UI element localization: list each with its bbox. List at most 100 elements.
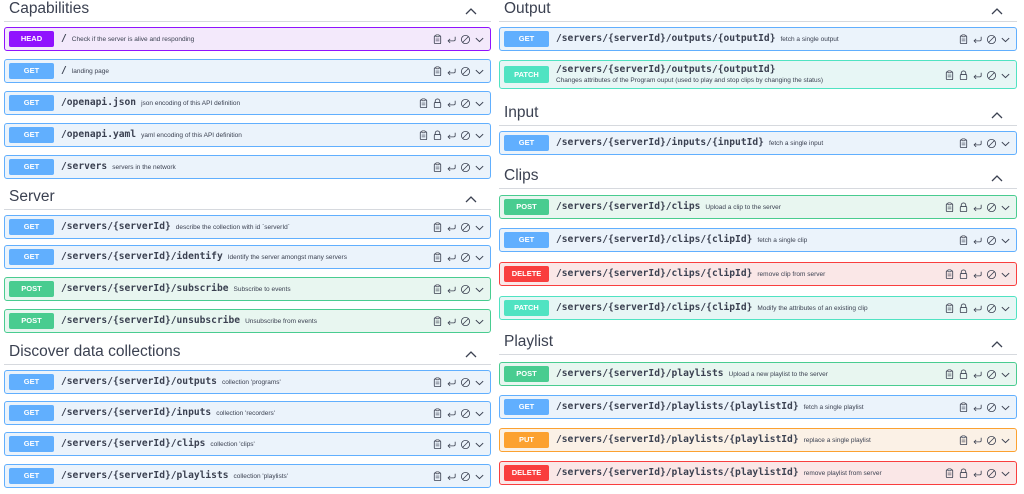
- endpoint-path[interactable]: /servers/{serverId}/outputs/{outputId}: [556, 64, 776, 75]
- endpoint-path[interactable]: /openapi.yaml: [61, 129, 136, 140]
- link-arrow-icon[interactable]: [972, 435, 983, 446]
- link-arrow-icon[interactable]: [972, 202, 983, 213]
- endpoint-path-line[interactable]: /openapi.yaml yaml encoding of this API d…: [61, 129, 242, 140]
- circle-slash-icon[interactable]: [460, 316, 471, 327]
- circle-slash-icon[interactable]: [460, 66, 471, 77]
- method-badge[interactable]: GET: [504, 399, 549, 415]
- clipboard-icon[interactable]: [432, 316, 443, 327]
- endpoint-path-line[interactable]: /servers/{serverId}/subscribe Subscribe t…: [61, 283, 291, 294]
- endpoint-path-line[interactable]: /servers/{serverId}/playlists/{playlistI…: [556, 401, 864, 412]
- lock-icon[interactable]: [958, 202, 969, 213]
- clipboard-icon[interactable]: [944, 269, 955, 280]
- operation-row[interactable]: POST/servers/{serverId}/clips Upload a cl…: [499, 195, 1017, 219]
- endpoint-path-line[interactable]: /servers/{serverId}/outputs/{outputId}: [556, 64, 776, 75]
- method-badge[interactable]: GET: [9, 159, 54, 175]
- endpoint-path-line[interactable]: / Check if the server is alive and respon…: [61, 33, 194, 44]
- operation-row[interactable]: GET/servers/{serverId} describe the colle…: [4, 215, 491, 239]
- clipboard-icon[interactable]: [432, 377, 443, 388]
- lock-icon[interactable]: [432, 98, 443, 109]
- endpoint-path[interactable]: /servers: [61, 161, 107, 172]
- link-arrow-icon[interactable]: [972, 402, 983, 413]
- clipboard-icon[interactable]: [432, 439, 443, 450]
- clipboard-icon[interactable]: [418, 130, 429, 141]
- endpoint-path-line[interactable]: /openapi.json json encoding of this API d…: [61, 97, 240, 108]
- clipboard-icon[interactable]: [958, 402, 969, 413]
- section-header-capabilities[interactable]: Capabilities: [4, 0, 491, 22]
- chevron-down-icon[interactable]: [474, 222, 485, 233]
- method-badge[interactable]: POST: [9, 313, 54, 329]
- circle-slash-icon[interactable]: [460, 471, 471, 482]
- circle-slash-icon[interactable]: [986, 235, 997, 246]
- clipboard-icon[interactable]: [944, 468, 955, 479]
- endpoint-path[interactable]: /servers/{serverId}/playlists: [61, 470, 229, 481]
- endpoint-path-line[interactable]: /servers/{serverId}/playlists collection …: [61, 470, 288, 481]
- clipboard-icon[interactable]: [432, 408, 443, 419]
- endpoint-path-line[interactable]: /servers servers in the network: [61, 161, 176, 172]
- operation-row[interactable]: GET/servers servers in the network: [4, 155, 491, 179]
- section-header-input[interactable]: Input: [499, 104, 1017, 126]
- clipboard-icon[interactable]: [944, 303, 955, 314]
- endpoint-path-line[interactable]: /servers/{serverId}/unsubscribe Unsubscri…: [61, 315, 317, 326]
- operation-row[interactable]: GET/servers/{serverId}/identify Identify …: [4, 245, 491, 269]
- lock-icon[interactable]: [958, 369, 969, 380]
- circle-slash-icon[interactable]: [460, 408, 471, 419]
- clipboard-icon[interactable]: [958, 235, 969, 246]
- chevron-down-icon[interactable]: [474, 439, 485, 450]
- method-badge[interactable]: GET: [9, 405, 54, 421]
- link-arrow-icon[interactable]: [446, 377, 457, 388]
- chevron-up-icon[interactable]: [991, 174, 1003, 182]
- link-arrow-icon[interactable]: [446, 34, 457, 45]
- endpoint-path-line[interactable]: /servers/{serverId}/clips/{clipId} remove…: [556, 268, 825, 279]
- chevron-down-icon[interactable]: [1000, 138, 1011, 149]
- endpoint-path[interactable]: /: [61, 33, 67, 44]
- circle-slash-icon[interactable]: [986, 70, 997, 81]
- circle-slash-icon[interactable]: [986, 202, 997, 213]
- operation-row[interactable]: GET / landing page: [4, 59, 491, 83]
- chevron-down-icon[interactable]: [474, 284, 485, 295]
- method-badge[interactable]: HEAD: [9, 31, 54, 47]
- chevron-up-icon[interactable]: [991, 111, 1003, 119]
- operation-row[interactable]: POST/servers/{serverId}/subscribe Subscri…: [4, 277, 491, 301]
- section-header-server[interactable]: Server: [4, 188, 491, 210]
- circle-slash-icon[interactable]: [986, 369, 997, 380]
- lock-icon[interactable]: [958, 70, 969, 81]
- endpoint-path[interactable]: /servers/{serverId}/playlists: [556, 368, 724, 379]
- endpoint-path[interactable]: /servers/{serverId}/outputs: [61, 376, 217, 387]
- operation-row[interactable]: GET/servers/{serverId}/outputs/{outputId…: [499, 27, 1017, 51]
- operation-row[interactable]: GET/servers/{serverId}/inputs collection …: [4, 401, 491, 425]
- operation-row[interactable]: GET/openapi.json json encoding of this AP…: [4, 91, 491, 115]
- link-arrow-icon[interactable]: [972, 269, 983, 280]
- link-arrow-icon[interactable]: [972, 70, 983, 81]
- endpoint-path-line[interactable]: /servers/{serverId}/inputs collection 're…: [61, 407, 275, 418]
- endpoint-path-line[interactable]: /servers/{serverId}/playlists/{playlistI…: [556, 467, 882, 478]
- endpoint-path[interactable]: /servers/{serverId}/playlists/{playlistI…: [556, 401, 799, 412]
- section-header-clips[interactable]: Clips: [499, 167, 1017, 189]
- chevron-down-icon[interactable]: [1000, 369, 1011, 380]
- endpoint-path-line[interactable]: / landing page: [61, 65, 109, 76]
- chevron-down-icon[interactable]: [474, 408, 485, 419]
- clipboard-icon[interactable]: [418, 98, 429, 109]
- chevron-down-icon[interactable]: [1000, 34, 1011, 45]
- endpoint-path[interactable]: /servers/{serverId}/playlists/{playlistI…: [556, 467, 799, 478]
- link-arrow-icon[interactable]: [446, 252, 457, 263]
- clipboard-icon[interactable]: [432, 284, 443, 295]
- endpoint-path[interactable]: /servers/{serverId}/subscribe: [61, 283, 229, 294]
- method-badge[interactable]: GET: [9, 95, 54, 111]
- method-badge[interactable]: GET: [9, 249, 54, 265]
- method-badge[interactable]: GET: [504, 232, 549, 248]
- circle-slash-icon[interactable]: [986, 303, 997, 314]
- link-arrow-icon[interactable]: [446, 316, 457, 327]
- lock-icon[interactable]: [432, 130, 443, 141]
- chevron-down-icon[interactable]: [1000, 435, 1011, 446]
- chevron-down-icon[interactable]: [1000, 235, 1011, 246]
- lock-icon[interactable]: [958, 303, 969, 314]
- section-header-output[interactable]: Output: [499, 0, 1017, 22]
- section-header-discover[interactable]: Discover data collections: [4, 343, 491, 365]
- endpoint-path[interactable]: /openapi.json: [61, 97, 136, 108]
- clipboard-icon[interactable]: [958, 34, 969, 45]
- operation-row[interactable]: GET/servers/{serverId}/playlists collecti…: [4, 464, 491, 488]
- clipboard-icon[interactable]: [432, 471, 443, 482]
- circle-slash-icon[interactable]: [460, 98, 471, 109]
- endpoint-path-line[interactable]: /servers/{serverId}/outputs collection 'p…: [61, 376, 281, 387]
- link-arrow-icon[interactable]: [446, 162, 457, 173]
